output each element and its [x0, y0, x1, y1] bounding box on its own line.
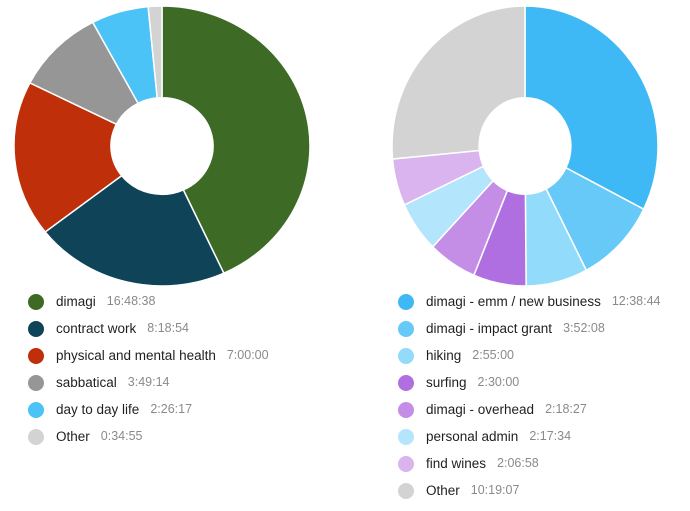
legend-item[interactable]: Other 10:19:07 — [398, 477, 690, 504]
legend-item-value: 2:18:27 — [545, 402, 587, 416]
legend-item-value: 3:52:08 — [563, 321, 605, 335]
right-chart-legend: dimagi - emm / new business 12:38:44 dimag… — [345, 288, 690, 504]
legend-item-value: 2:30:00 — [477, 375, 520, 389]
legend-color-swatch — [28, 428, 44, 445]
legend-item-value: 16:48:38 — [106, 294, 156, 308]
legend-item-value: 0:34:55 — [100, 429, 143, 443]
legend-item-value: 2:26:17 — [150, 402, 193, 416]
legend-item[interactable]: day to day life 2:26:17 — [28, 396, 373, 423]
right-donut-chart[interactable] — [390, 4, 660, 288]
legend-color-swatch — [398, 320, 414, 337]
legend-item[interactable]: personal admin 2:17:34 — [398, 423, 690, 450]
legend-color-swatch — [398, 482, 414, 499]
legend-item[interactable]: dimagi 16:48:38 — [28, 288, 373, 315]
legend-item-label: contract work — [56, 321, 137, 336]
legend-item-value: 10:19:07 — [470, 483, 520, 497]
legend-item-label: dimagi - emm / new business — [426, 294, 601, 309]
legend-item-value: 2:06:58 — [497, 456, 539, 470]
legend-item-label: dimagi - impact grant — [426, 321, 553, 336]
legend-item[interactable]: surfing 2:30:00 — [398, 369, 690, 396]
legend-item-label: personal admin — [426, 429, 519, 444]
left-donut-chart[interactable] — [12, 4, 312, 288]
legend-item-label: find wines — [426, 456, 487, 471]
legend-item-label: Other — [56, 429, 90, 444]
legend-color-swatch — [28, 320, 44, 337]
legend-color-swatch — [28, 347, 44, 364]
legend-item-value: 12:38:44 — [611, 294, 661, 308]
legend-color-swatch — [398, 401, 414, 418]
legend-item-label: dimagi — [56, 294, 96, 309]
legend-color-swatch — [28, 293, 44, 310]
legend-color-swatch — [398, 455, 414, 472]
legend-item-label: hiking — [426, 348, 462, 363]
legend-item-label: Other — [426, 483, 460, 498]
legend-color-swatch — [398, 347, 414, 364]
legend-item-value: 8:18:54 — [147, 321, 189, 335]
legend-item[interactable]: dimagi - emm / new business 12:38:44 — [398, 288, 690, 315]
legend-item-value: 2:55:00 — [472, 348, 514, 362]
donut-slice[interactable] — [391, 5, 526, 160]
legend-item[interactable]: find wines 2:06:58 — [398, 450, 690, 477]
right-donut-chart-area — [345, 0, 690, 288]
legend-item-label: dimagi - overhead — [426, 402, 535, 417]
legend-item-label: day to day life — [56, 402, 140, 417]
donut-charts-page: dimagi 16:48:38 contract work 8:18:54 physic… — [0, 0, 690, 511]
legend-color-swatch — [28, 401, 44, 418]
legend-item-value: 2:17:34 — [529, 429, 572, 443]
left-chart-panel: dimagi 16:48:38 contract work 8:18:54 physic… — [0, 0, 345, 511]
legend-item[interactable]: dimagi - overhead 2:18:27 — [398, 396, 690, 423]
legend-item[interactable]: physical and mental health 7:00:00 — [28, 342, 373, 369]
legend-item-label: sabbatical — [56, 375, 117, 390]
right-chart-panel: dimagi - emm / new business 12:38:44 dimag… — [345, 0, 690, 511]
legend-item[interactable]: dimagi - impact grant 3:52:08 — [398, 315, 690, 342]
left-chart-legend: dimagi 16:48:38 contract work 8:18:54 physic… — [0, 288, 373, 450]
left-donut-chart-area — [0, 0, 345, 288]
legend-item-label: physical and mental health — [56, 348, 216, 363]
legend-item[interactable]: contract work 8:18:54 — [28, 315, 373, 342]
legend-item-value: 3:49:14 — [127, 375, 170, 389]
legend-item[interactable]: sabbatical 3:49:14 — [28, 369, 373, 396]
legend-item-value: 7:00:00 — [226, 348, 269, 362]
legend-color-swatch — [398, 374, 414, 391]
legend-color-swatch — [398, 293, 414, 310]
legend-item[interactable]: hiking 2:55:00 — [398, 342, 690, 369]
legend-color-swatch — [28, 374, 44, 391]
donut-slice[interactable] — [524, 5, 659, 211]
legend-color-swatch — [398, 428, 414, 445]
legend-item-label: surfing — [426, 375, 467, 390]
legend-item[interactable]: Other 0:34:55 — [28, 423, 373, 450]
